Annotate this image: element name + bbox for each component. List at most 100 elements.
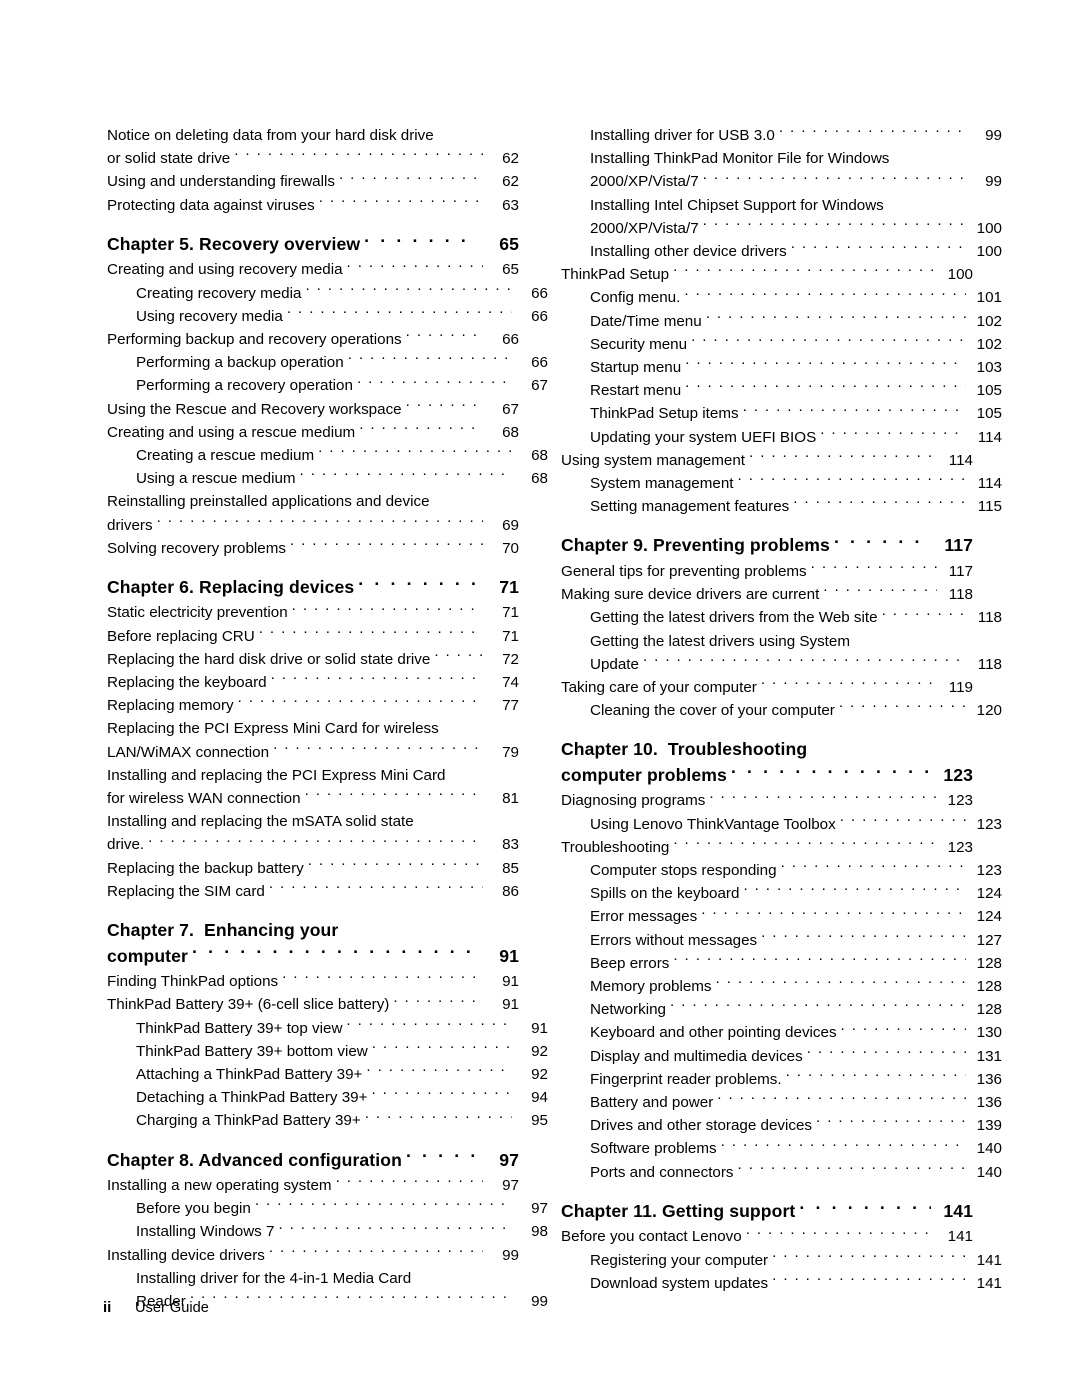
toc-entry[interactable]: Before you contact Lenovo 141 — [561, 1225, 973, 1248]
toc-chapter-entry[interactable]: Chapter 11. Getting support 141 — [561, 1199, 973, 1225]
toc-entry[interactable]: Replacing the SIM card 86 — [107, 880, 519, 903]
toc-page-number: 127 — [976, 931, 1002, 949]
toc-entry[interactable]: Errors without messages 127 — [561, 929, 1002, 952]
toc-entry[interactable]: Using a rescue medium 68 — [107, 467, 548, 490]
toc-entry[interactable]: Using the Rescue and Recovery workspace 6… — [107, 398, 519, 421]
toc-entry[interactable]: Installing Windows 7 98 — [107, 1220, 548, 1243]
toc-entry[interactable]: Before replacing CRU 71 — [107, 625, 519, 648]
toc-entry-row: computer problems 123 — [561, 763, 973, 789]
toc-entry[interactable]: Updating your system UEFI BIOS 114 — [561, 426, 1002, 449]
toc-entry[interactable]: Networking 128 — [561, 998, 1002, 1021]
toc-entry[interactable]: Replacing the hard disk drive or solid s… — [107, 648, 519, 671]
toc-entry-label: 2000/XP/Vista/7 — [590, 219, 699, 237]
toc-page-number: 141 — [976, 1251, 1002, 1269]
toc-entry[interactable]: Charging a ThinkPad Battery 39+ 95 — [107, 1109, 548, 1132]
toc-entry[interactable]: Download system updates 141 — [561, 1272, 1002, 1295]
toc-entry[interactable]: Performing a backup operation 66 — [107, 351, 548, 374]
toc-entry[interactable]: Detaching a ThinkPad Battery 39+ 94 — [107, 1086, 548, 1109]
toc-entry[interactable]: Diagnosing programs 123 — [561, 789, 973, 812]
toc-entry[interactable]: Software problems 140 — [561, 1137, 1002, 1160]
toc-entry[interactable]: Replacing the keyboard 74 — [107, 671, 519, 694]
dot-leader — [287, 306, 512, 321]
toc-entry[interactable]: Creating a rescue medium 68 — [107, 444, 548, 467]
toc-entry[interactable]: ThinkPad Setup 100 — [561, 263, 973, 286]
toc-entry[interactable]: Drives and other storage devices 139 — [561, 1114, 1002, 1137]
dot-leader — [371, 1087, 512, 1102]
toc-entry[interactable]: Installing driver for USB 3.0 99 — [561, 124, 1002, 147]
toc-entry[interactable]: Reinstalling preinstalled applications a… — [107, 490, 519, 536]
toc-chapter-entry[interactable]: Chapter 9. Preventing problems 117 — [561, 533, 973, 559]
toc-entry[interactable]: Fingerprint reader problems. 136 — [561, 1068, 1002, 1091]
toc-entry[interactable]: Installing ThinkPad Monitor File for Win… — [561, 147, 1002, 193]
toc-entry[interactable]: Finding ThinkPad options 91 — [107, 970, 519, 993]
toc-entry[interactable]: Protecting data against viruses 63 — [107, 194, 519, 217]
toc-entry-label: Installing Windows 7 — [136, 1223, 275, 1241]
toc-entry[interactable]: Installing and replacing the mSATA solid… — [107, 810, 519, 856]
toc-entry[interactable]: Restart menu 105 — [561, 379, 1002, 402]
toc-entry[interactable]: Beep errors 128 — [561, 952, 1002, 975]
toc-page-number: 105 — [976, 382, 1002, 400]
toc-page-number: 91 — [531, 1019, 548, 1037]
toc-entry[interactable]: General tips for preventing problems 117 — [561, 560, 973, 583]
toc-entry[interactable]: Battery and power 136 — [561, 1091, 1002, 1114]
toc-entry-label: Solving recovery problems — [107, 539, 286, 557]
toc-entry[interactable]: Ports and connectors 140 — [561, 1161, 1002, 1184]
toc-entry[interactable]: Notice on deleting data from your hard d… — [107, 124, 519, 170]
toc-entry[interactable]: Using Lenovo ThinkVantage Toolbox 123 — [561, 813, 1002, 836]
toc-entry[interactable]: Before you begin 97 — [107, 1197, 548, 1220]
toc-entry[interactable]: Getting the latest drivers using System U… — [561, 630, 1002, 676]
toc-entry[interactable]: Installing a new operating system 97 — [107, 1174, 519, 1197]
toc-entry[interactable]: Taking care of your computer 119 — [561, 676, 973, 699]
toc-entry-row: Ports and connectors 140 — [590, 1161, 1002, 1184]
toc-entry[interactable]: Performing backup and recovery operation… — [107, 328, 519, 351]
toc-entry[interactable]: ThinkPad Battery 39+ top view 91 — [107, 1017, 548, 1040]
toc-chapter-entry[interactable]: Chapter 7. Enhancing your computer 91 — [107, 918, 519, 969]
toc-entry[interactable]: Installing and replacing the PCI Express… — [107, 764, 519, 810]
toc-entry[interactable]: Display and multimedia devices 131 — [561, 1045, 1002, 1068]
toc-entry[interactable]: Date/Time menu 102 — [561, 310, 1002, 333]
toc-entry[interactable]: Using recovery media 66 — [107, 305, 548, 328]
toc-entry-row: Updating your system UEFI BIOS 114 — [590, 426, 1002, 449]
toc-entry[interactable]: Replacing the PCI Express Mini Card for … — [107, 717, 519, 763]
toc-entry[interactable]: Replacing the backup battery 85 — [107, 857, 519, 880]
toc-entry[interactable]: Keyboard and other pointing devices 130 — [561, 1021, 1002, 1044]
toc-chapter-entry[interactable]: Chapter 6. Replacing devices 71 — [107, 575, 519, 601]
toc-entry[interactable]: ThinkPad Battery 39+ bottom view 92 — [107, 1040, 548, 1063]
toc-entry[interactable]: Computer stops responding 123 — [561, 859, 1002, 882]
toc-entry[interactable]: Startup menu 103 — [561, 356, 1002, 379]
toc-entry[interactable]: ThinkPad Battery 39+ (6-cell slice batte… — [107, 993, 519, 1016]
toc-entry[interactable]: Static electricity prevention 71 — [107, 601, 519, 624]
toc-entry[interactable]: Using system management 114 — [561, 449, 973, 472]
toc-entry[interactable]: Attaching a ThinkPad Battery 39+ 92 — [107, 1063, 548, 1086]
toc-chapter-entry[interactable]: Chapter 8. Advanced configuration 97 — [107, 1148, 519, 1174]
toc-entry[interactable]: Installing Intel Chipset Support for Win… — [561, 194, 1002, 240]
toc-entry[interactable]: Creating and using recovery media 65 — [107, 258, 519, 281]
toc-entry[interactable]: System management 114 — [561, 472, 1002, 495]
toc-entry[interactable]: Cleaning the cover of your computer 120 — [561, 699, 1002, 722]
toc-entry[interactable]: Spills on the keyboard 124 — [561, 882, 1002, 905]
toc-page-number: 118 — [948, 586, 973, 604]
toc-entry[interactable]: Creating and using a rescue medium 68 — [107, 421, 519, 444]
toc-entry[interactable]: Getting the latest drivers from the Web … — [561, 606, 1002, 629]
toc-entry[interactable]: Performing a recovery operation 67 — [107, 374, 548, 397]
toc-entry[interactable]: Config menu. 101 — [561, 286, 1002, 309]
toc-entry[interactable]: Error messages 124 — [561, 905, 1002, 928]
dot-leader — [703, 218, 966, 233]
toc-entry[interactable]: Using and understanding firewalls 62 — [107, 170, 519, 193]
toc-entry[interactable]: Troubleshooting 123 — [561, 836, 973, 859]
toc-chapter-entry[interactable]: Chapter 10. Troubleshooting computer prob… — [561, 737, 973, 788]
toc-entry[interactable]: Setting management features 115 — [561, 495, 1002, 518]
toc-entry[interactable]: Creating recovery media 66 — [107, 282, 548, 305]
toc-entry[interactable]: Installing device drivers 99 — [107, 1244, 519, 1267]
toc-entry[interactable]: Making sure device drivers are current 11… — [561, 583, 973, 606]
toc-entry[interactable]: Registering your computer 141 — [561, 1249, 1002, 1272]
toc-entry[interactable]: Security menu 102 — [561, 333, 1002, 356]
toc-entry[interactable]: ThinkPad Setup items 105 — [561, 402, 1002, 425]
toc-entry-label: Replacing memory — [107, 697, 234, 715]
toc-entry[interactable]: Memory problems 128 — [561, 975, 1002, 998]
toc-entry[interactable]: Solving recovery problems 70 — [107, 537, 519, 560]
toc-entry[interactable]: Installing other device drivers 100 — [561, 240, 1002, 263]
dot-leader — [434, 649, 483, 664]
toc-entry[interactable]: Replacing memory 77 — [107, 694, 519, 717]
toc-chapter-entry[interactable]: Chapter 5. Recovery overview 65 — [107, 232, 519, 258]
